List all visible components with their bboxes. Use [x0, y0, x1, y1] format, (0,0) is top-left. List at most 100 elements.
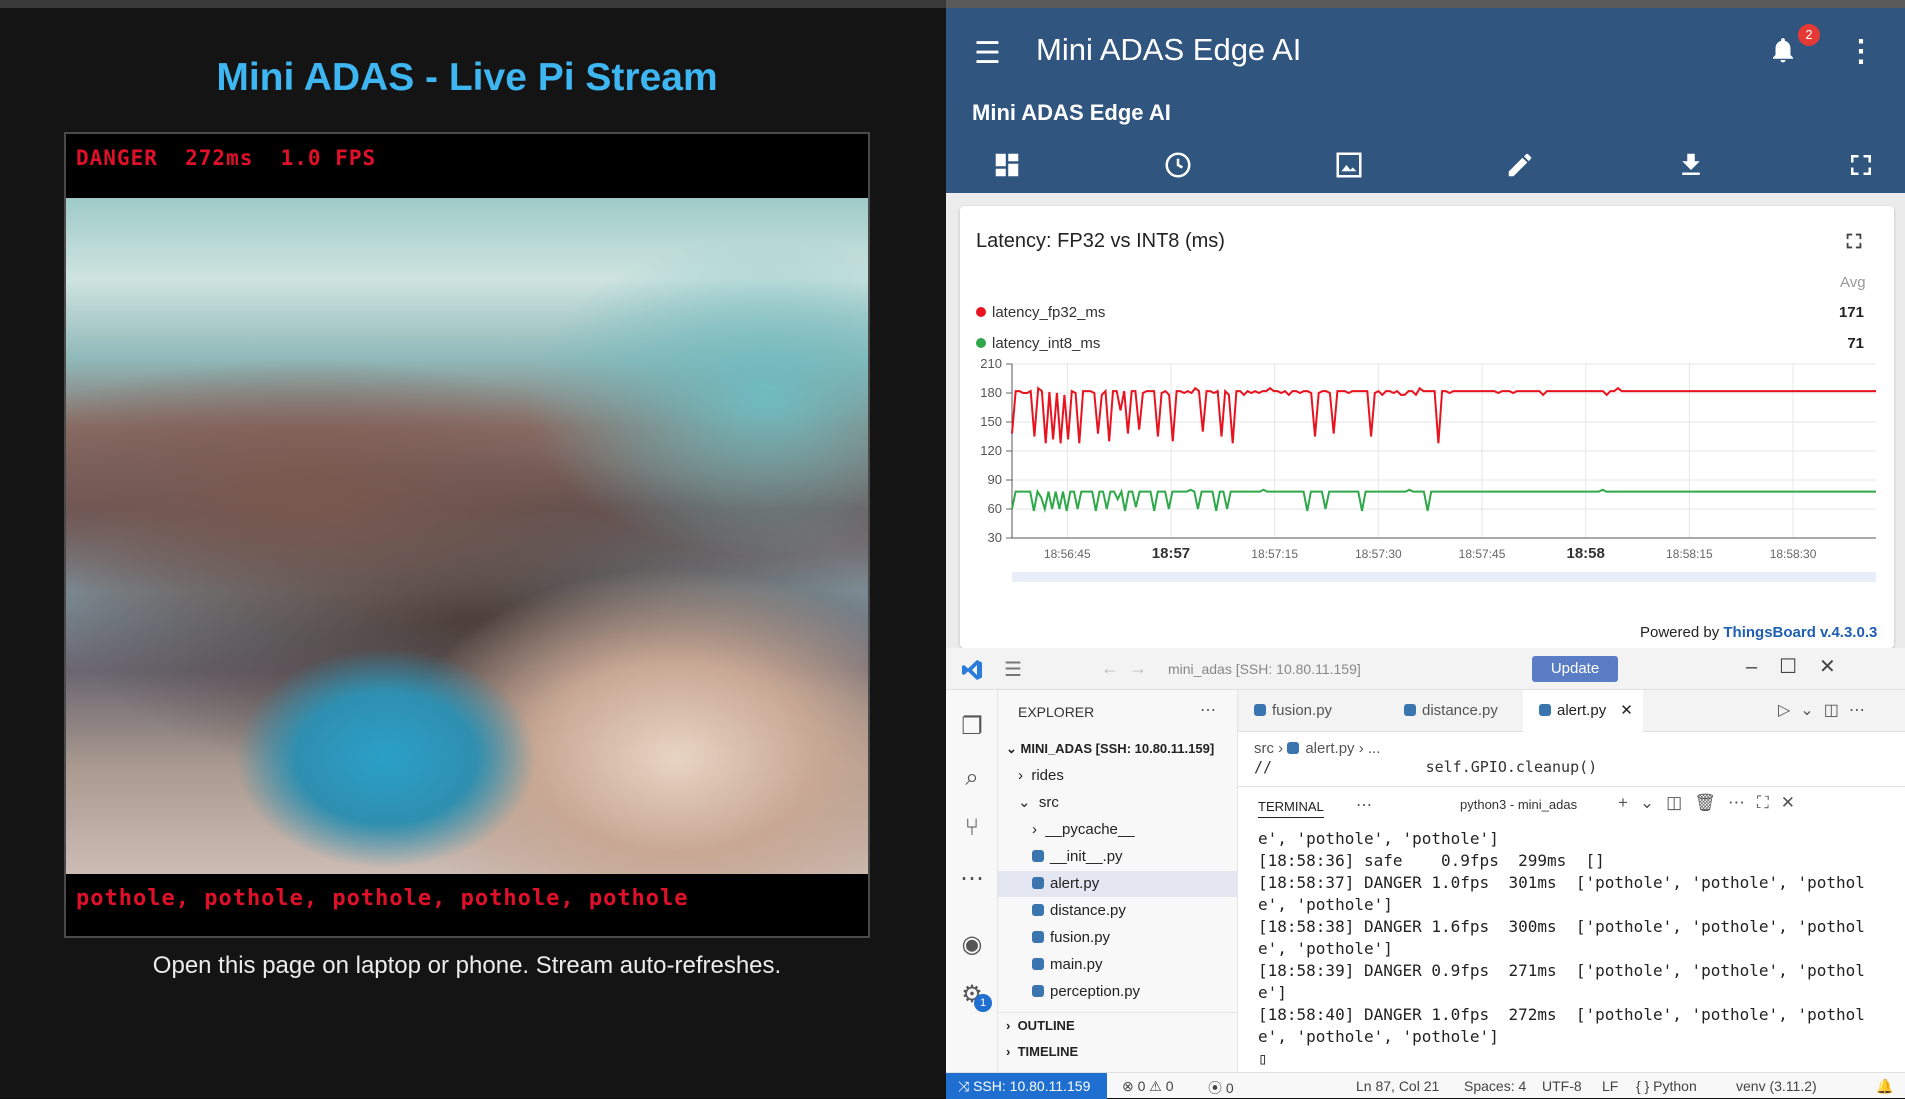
terminal-line: e']: [1258, 983, 1287, 1002]
terminal-shell-name[interactable]: python3 - mini_adas: [1460, 797, 1577, 812]
indent-setting[interactable]: Spaces: 4: [1464, 1078, 1526, 1094]
fullscreen-icon[interactable]: [1846, 150, 1876, 180]
tree-item-fusion[interactable]: fusion.py: [998, 925, 1238, 951]
terminal-line: ▯: [1258, 1049, 1268, 1068]
thingsboard-window: ☰ Mini ADAS Edge AI 2 ⋮ Mini ADAS Edge A…: [946, 0, 1905, 648]
problems-indicator[interactable]: ⊗ 0 ⚠ 0: [1122, 1078, 1174, 1095]
menu-icon[interactable]: ☰: [974, 36, 1001, 71]
cursor-position[interactable]: Ln 87, Col 21: [1356, 1078, 1439, 1094]
tree-item-distance[interactable]: distance.py: [998, 898, 1238, 924]
y-tick-label: 90: [988, 472, 1002, 487]
edit-icon[interactable]: [1505, 150, 1535, 180]
breadcrumb-src[interactable]: src: [1254, 740, 1274, 757]
tree-item-alert[interactable]: alert.py: [998, 871, 1238, 897]
terminal-more-icon[interactable]: ⋯: [1356, 795, 1372, 815]
tree-item-rides[interactable]: › rides: [998, 763, 1238, 789]
image-icon[interactable]: [1334, 150, 1364, 180]
editor-actions-icons[interactable]: ▷⌄◫⋯: [1778, 700, 1875, 720]
more-icon[interactable]: ⋯: [956, 864, 988, 896]
settings-badge: 1: [974, 994, 992, 1012]
legend-item-fp32[interactable]: latency_fp32_ms: [976, 304, 1105, 321]
source-control-icon[interactable]: ⑂: [956, 814, 988, 846]
download-icon[interactable]: [1676, 150, 1706, 180]
notification-badge: 2: [1798, 24, 1820, 46]
status-bar: ⤨ SSH: 10.80.11.159 ⊗ 0 ⚠ 0 ⦿ 0 Ln 87, C…: [946, 1072, 1905, 1099]
tab-distance[interactable]: distance.py: [1388, 690, 1523, 732]
line-ending[interactable]: LF: [1602, 1078, 1618, 1094]
tree-item-pycache[interactable]: › __pycache__: [998, 817, 1238, 843]
terminal-tab[interactable]: TERMINAL: [1258, 799, 1324, 818]
legend-dot-int8: [976, 338, 986, 348]
breadcrumb-more[interactable]: ...: [1368, 740, 1381, 757]
editor-area: fusion.py distance.py alert.py ✕ ▷⌄◫⋯ src…: [1238, 690, 1905, 1072]
search-icon[interactable]: ⌕: [956, 764, 988, 796]
close-tab-icon[interactable]: ✕: [1620, 702, 1633, 719]
timeline-section[interactable]: › TIMELINE: [998, 1039, 1238, 1065]
tree-label: src: [1038, 794, 1059, 811]
files-icon[interactable]: ❐: [956, 712, 988, 744]
legend-label-int8: latency_int8_ms: [992, 335, 1101, 352]
widget-title: Latency: FP32 vs INT8 (ms): [976, 230, 1225, 252]
breadcrumb: src › alert.py › ...: [1254, 740, 1381, 757]
y-tick-label: 60: [988, 501, 1002, 516]
editor-tabs: fusion.py distance.py alert.py ✕ ▷⌄◫⋯: [1238, 690, 1905, 732]
x-tick-label: 18:58:15: [1666, 547, 1713, 561]
tree-label: fusion.py: [1050, 929, 1111, 946]
ports-indicator[interactable]: ⦿ 0: [1208, 1078, 1234, 1098]
range-slider: [1012, 572, 1876, 582]
dashboard-title: Mini ADAS Edge AI: [972, 100, 1171, 125]
video-frame: DANGER 272ms 1.0 FPS pothole, pothole, p…: [64, 132, 870, 938]
terminal-tools-icons[interactable]: +⌄◫🗑⋯⛶✕: [1618, 793, 1807, 813]
tree-item-src[interactable]: ⌄ src: [998, 790, 1238, 816]
tree-item-main[interactable]: main.py: [998, 952, 1238, 978]
more-vert-icon[interactable]: ⋮: [1846, 34, 1876, 69]
code-line[interactable]: // self.GPIO.cleanup(): [1254, 758, 1905, 778]
command-center-search[interactable]: mini_adas [SSH: 10.80.11.159]: [1156, 656, 1406, 682]
vscode-window: ☰ ← → mini_adas [SSH: 10.80.11.159] Upda…: [946, 648, 1905, 1099]
clock-icon[interactable]: [1163, 150, 1193, 180]
tree-item-perception[interactable]: perception.py: [998, 979, 1238, 1005]
remote-ssh-indicator[interactable]: ⤨ SSH: 10.80.11.159: [946, 1073, 1107, 1099]
explorer-more-icon[interactable]: ⋯: [1200, 700, 1216, 720]
outline-section[interactable]: › OUTLINE: [998, 1012, 1238, 1038]
tab-alert[interactable]: alert.py ✕: [1523, 690, 1643, 732]
nav-arrows-icon[interactable]: ← →: [1101, 658, 1147, 679]
vscode-titlebar: ☰ ← → mini_adas [SSH: 10.80.11.159] Upda…: [946, 648, 1905, 690]
powered-by: Powered by ThingsBoard v.4.3.0.3: [1640, 624, 1877, 641]
tab-fusion[interactable]: fusion.py: [1238, 690, 1388, 732]
tree-label: rides: [1031, 767, 1064, 784]
overlay-status-text: DANGER 272ms 1.0 FPS: [76, 146, 377, 170]
vscode-logo-icon: [962, 660, 982, 680]
bell-icon[interactable]: [1768, 33, 1798, 67]
update-button[interactable]: Update: [1532, 656, 1618, 682]
thingsboard-link[interactable]: ThingsBoard v.4.3.0.3: [1723, 624, 1877, 641]
window-controls[interactable]: –☐✕: [1746, 654, 1858, 679]
vscode-menu-icon[interactable]: ☰: [1004, 657, 1022, 682]
terminal-header: TERMINAL ⋯ python3 - mini_adas +⌄◫🗑⋯⛶✕: [1238, 786, 1905, 822]
workspace-label: MINI_ADAS [SSH: 10.80.11.159]: [1020, 741, 1215, 756]
python-file-icon: [1032, 850, 1044, 862]
y-tick-label: 30: [988, 530, 1002, 545]
breadcrumb-file[interactable]: alert.py: [1305, 740, 1354, 757]
legend-avg-header: Avg: [1840, 274, 1866, 291]
activity-bar: ❐ ⌕ ⑂ ⋯ ◉ ⚙ 1: [946, 690, 998, 1072]
legend-item-int8[interactable]: latency_int8_ms: [976, 335, 1100, 352]
workspace-root[interactable]: ⌄ MINI_ADAS [SSH: 10.80.11.159]: [998, 736, 1238, 762]
dashboard-icon[interactable]: [992, 150, 1022, 180]
tree-item-init[interactable]: __init__.py: [998, 844, 1238, 870]
widget-fullscreen-icon[interactable]: [1843, 230, 1865, 252]
stream-page: Mini ADAS - Live Pi Stream DANGER 272ms …: [0, 0, 946, 1098]
browser-top-strip: [946, 0, 1905, 8]
stream-caption: Open this page on laptop or phone. Strea…: [152, 952, 782, 979]
x-tick-label: 18:57:45: [1459, 547, 1506, 561]
language-mode[interactable]: { } Python: [1636, 1078, 1697, 1094]
terminal-line: [18:58:40] DANGER 1.0fps 272ms ['pothole…: [1258, 1005, 1865, 1024]
python-env[interactable]: venv (3.11.2): [1736, 1078, 1817, 1094]
encoding[interactable]: UTF-8: [1542, 1078, 1582, 1094]
terminal-output[interactable]: e', 'pothole', 'pothole'] [18:58:36] safe…: [1258, 828, 1898, 1068]
bell-icon[interactable]: 🔔: [1876, 1078, 1893, 1095]
legend-label-fp32: latency_fp32_ms: [992, 304, 1106, 321]
y-tick-label: 210: [980, 356, 1002, 371]
tree-label: distance.py: [1050, 902, 1126, 919]
account-icon[interactable]: ◉: [956, 930, 988, 962]
